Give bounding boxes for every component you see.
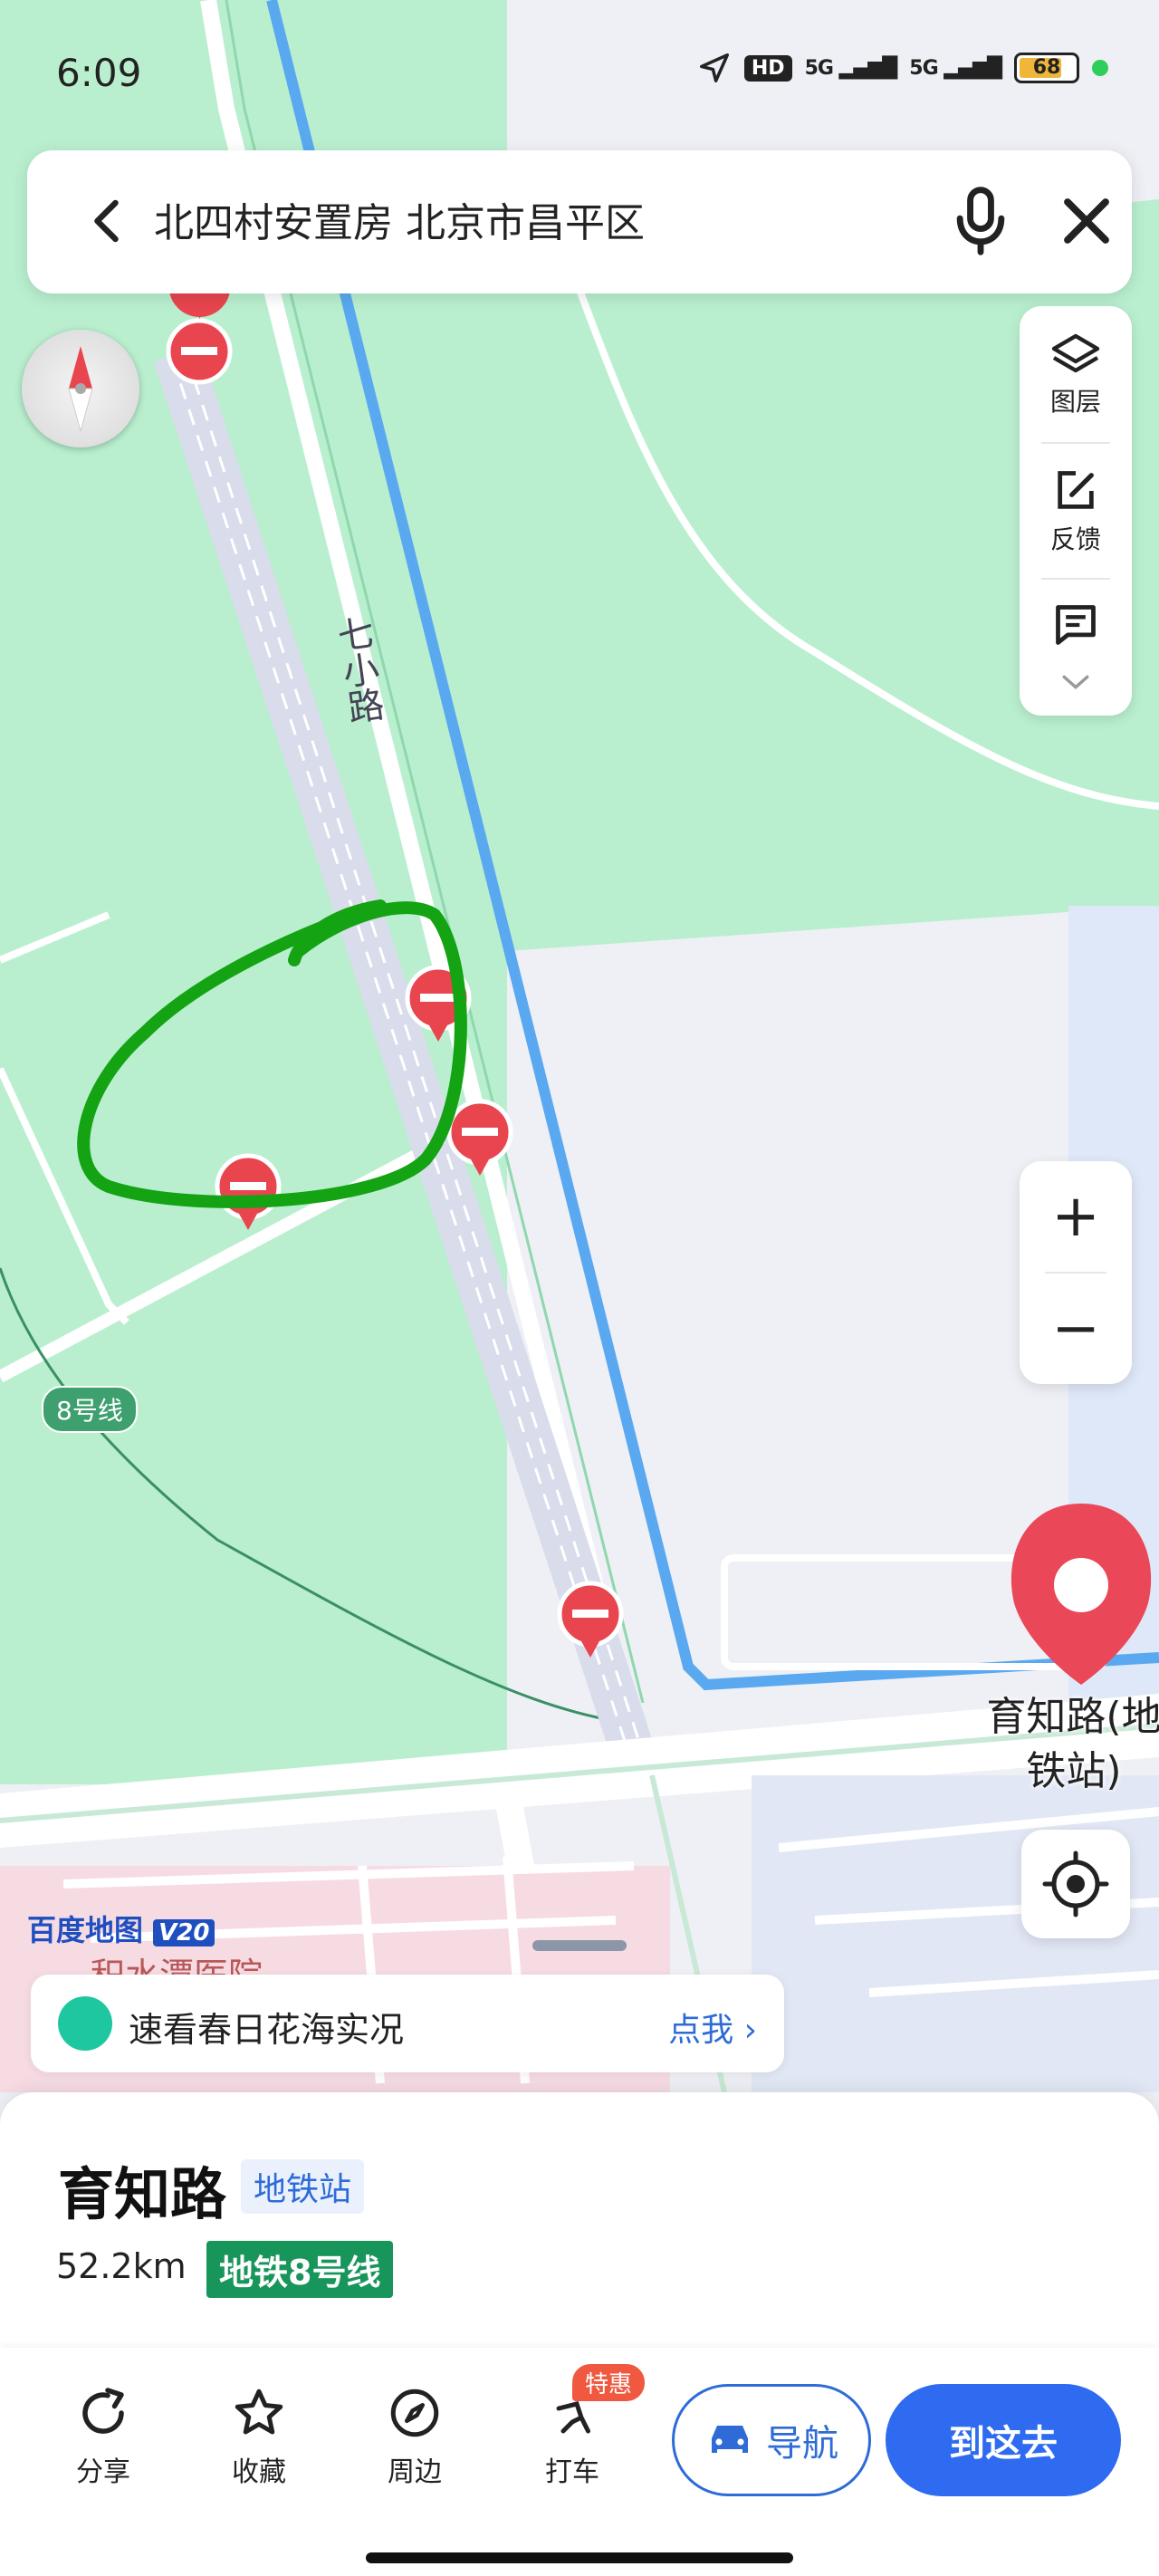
battery-icon: 68 <box>1014 53 1079 83</box>
search-query[interactable]: 北四村安置房 北京市昌平区 <box>154 190 645 248</box>
layers-label: 图层 <box>1049 387 1101 417</box>
status-bar: 6:09 HD 5G ▂▄▆█ 5G ▂▄▆█ 68 <box>0 36 1159 109</box>
status-icons: HD 5G ▂▄▆█ 5G ▂▄▆█ 68 <box>697 51 1108 85</box>
search-bar[interactable]: 北四村安置房 北京市昌平区 <box>27 150 1132 293</box>
location-arrow-icon <box>699 53 729 82</box>
message-icon <box>1056 605 1096 645</box>
sheet-drag-handle[interactable] <box>532 1940 627 1951</box>
brand-logo: 百度地图 V20 <box>27 1908 216 1949</box>
road-label: 七小路 <box>329 612 386 727</box>
zoom-controls: + − <box>1020 1161 1132 1384</box>
navigate-button[interactable]: 导航 <box>672 2384 871 2496</box>
car-icon <box>712 2426 748 2453</box>
feedback-button[interactable]: 反馈 <box>1020 467 1132 556</box>
flower-icon <box>58 1996 112 2051</box>
chevron-down-icon <box>1062 675 1089 689</box>
message-button[interactable] <box>1020 601 1132 654</box>
favorite-button[interactable]: 收藏 <box>205 2386 313 2489</box>
promo-text: 速看春日花海实况 <box>129 2010 405 2050</box>
compass-icon <box>390 2389 439 2437</box>
feedback-label: 反馈 <box>1049 524 1101 554</box>
favorite-label: 收藏 <box>232 2456 286 2488</box>
zoom-out-button[interactable]: − <box>1020 1274 1132 1384</box>
share-label: 分享 <box>76 2456 130 2488</box>
crosshair-icon <box>1042 1850 1109 1918</box>
microphone-icon[interactable] <box>949 185 1012 257</box>
nearby-button[interactable]: 周边 <box>360 2386 469 2489</box>
taxi-discount-badge: 特惠 <box>572 2364 646 2401</box>
nearby-label: 周边 <box>388 2456 442 2488</box>
taxi-label: 打车 <box>545 2456 599 2488</box>
zoom-in-button[interactable]: + <box>1020 1161 1132 1272</box>
back-arrow-icon[interactable] <box>81 194 136 248</box>
metro-line-tag[interactable]: 地铁8号线 <box>206 2241 394 2298</box>
compass-needle-icon <box>68 346 93 433</box>
expand-tools-button[interactable] <box>1020 672 1132 697</box>
share-button[interactable]: 分享 <box>49 2386 158 2489</box>
metro-line-badge[interactable]: 8号线 <box>42 1386 138 1433</box>
compass-button[interactable] <box>22 330 139 447</box>
close-icon[interactable] <box>1054 188 1119 254</box>
taxi-button[interactable]: 打车 <box>518 2386 627 2489</box>
action-toolbar: 分享 收藏 周边 打车 特惠 导航 到这去 <box>0 2348 1159 2576</box>
edit-icon <box>1058 471 1094 509</box>
promo-cta[interactable]: 点我 › <box>668 2004 757 2051</box>
map-tools-panel: 图层 反馈 <box>1020 306 1132 716</box>
go-here-button[interactable]: 到这去 <box>886 2384 1121 2496</box>
signal-2-icon: 5G ▂▄▆█ <box>909 56 1002 80</box>
layers-button[interactable]: 图层 <box>1020 332 1132 418</box>
clock: 6:09 <box>56 51 142 95</box>
star-icon <box>235 2389 283 2435</box>
share-icon <box>82 2388 124 2434</box>
place-distance: 52.2km <box>56 2246 187 2286</box>
home-indicator[interactable] <box>366 2552 793 2563</box>
layers-icon <box>1051 333 1100 373</box>
signal-1-icon: 5G ▂▄▆█ <box>804 56 898 80</box>
promo-banner[interactable]: 速看春日花海实况 点我 › <box>31 1975 784 2072</box>
place-name: 育知路 <box>58 2161 227 2227</box>
place-type-tag: 地铁站 <box>241 2159 365 2214</box>
privacy-dot <box>1092 60 1108 76</box>
destination-label[interactable]: 育知路(地铁站) <box>974 1690 1159 1799</box>
locate-me-button[interactable] <box>1021 1830 1130 1938</box>
navigate-label: 导航 <box>766 2423 838 2465</box>
hd-badge: HD <box>743 54 792 82</box>
